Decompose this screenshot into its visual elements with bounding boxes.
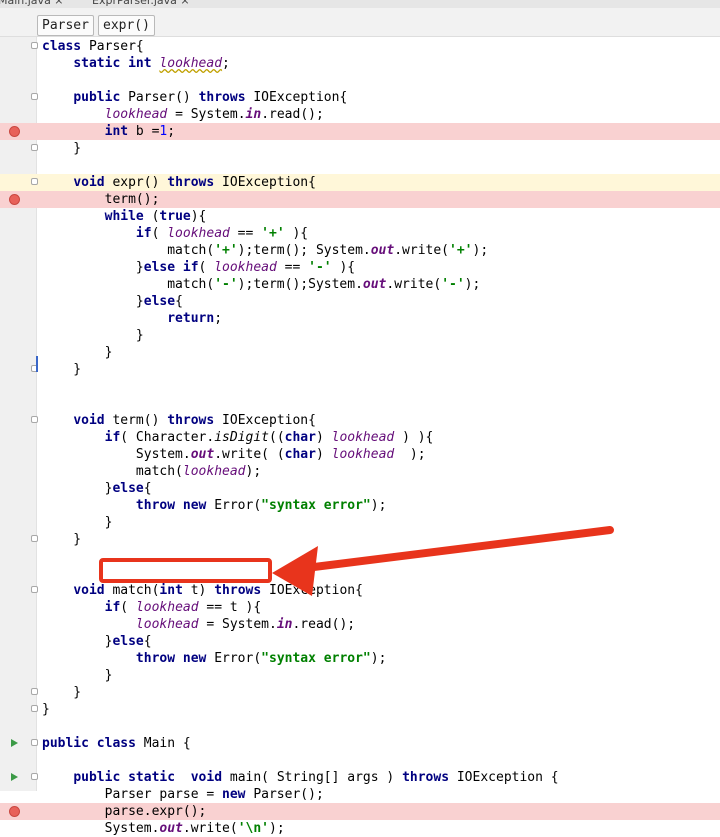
code-text: System.out.write('\n'); [42,821,285,836]
code-line[interactable]: parse.expr(); [0,803,720,820]
code-line[interactable]: System.out.write('\n'); [0,820,720,837]
breakpoint-icon[interactable] [9,806,20,817]
annotation-arrow [272,526,614,596]
arrow-shaft [286,526,614,574]
arrow-head [272,546,318,596]
code-text: parse.expr(); [42,804,207,819]
